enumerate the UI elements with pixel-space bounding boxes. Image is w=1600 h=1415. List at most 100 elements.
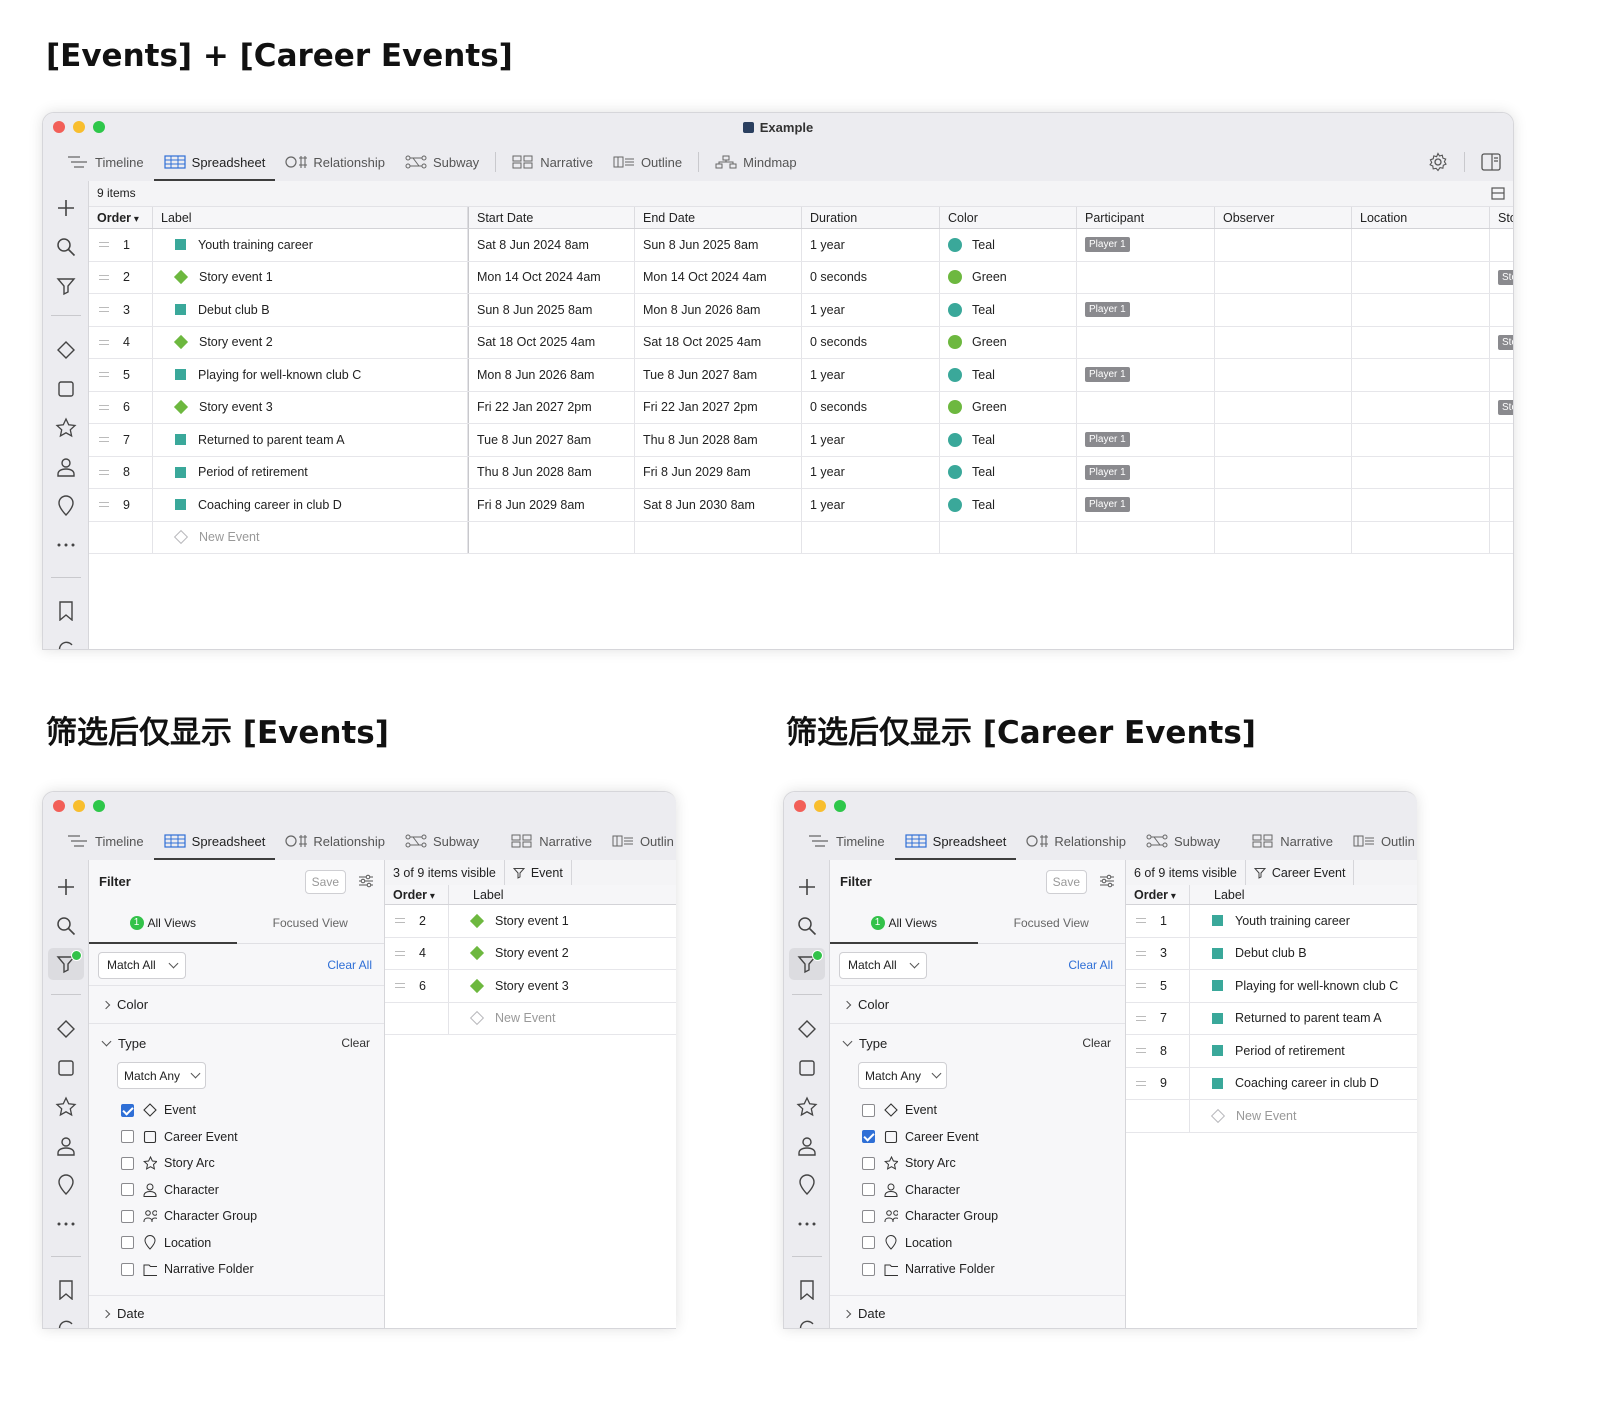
tab-spreadsheet[interactable]: Spreadsheet xyxy=(153,143,276,181)
filter-options-icon[interactable] xyxy=(1099,874,1115,888)
checkbox[interactable] xyxy=(862,1236,875,1249)
clear-all-link[interactable]: Clear All xyxy=(1068,958,1113,972)
minimize-button[interactable] xyxy=(814,800,826,812)
cell-observer[interactable] xyxy=(1215,489,1352,521)
zoom-button[interactable] xyxy=(834,800,846,812)
table-row[interactable]: 9 Coaching career in club D Fri 8 Jun 2029… xyxy=(89,489,1513,522)
cell-duration[interactable]: 1 year xyxy=(802,359,940,391)
tab-subway[interactable]: Subway xyxy=(395,143,489,181)
more-icon[interactable] xyxy=(793,1210,821,1238)
cell-start[interactable]: Fri 22 Jan 2027 2pm xyxy=(468,391,635,423)
cell-observer[interactable] xyxy=(1215,424,1352,456)
cell-label[interactable]: Returned to parent team A xyxy=(1190,1003,1417,1035)
column-header-start[interactable]: Start Date xyxy=(468,207,635,228)
cell-observer[interactable] xyxy=(1215,359,1352,391)
cell-duration[interactable]: 1 year xyxy=(802,424,940,456)
type-option-character[interactable]: Character xyxy=(121,1180,219,1200)
column-header-label[interactable]: Label xyxy=(153,207,468,228)
table-row[interactable]: 5 Playing for well-known club C Mon 8 Jun … xyxy=(89,359,1513,392)
location-icon[interactable] xyxy=(52,1171,80,1199)
checkbox[interactable] xyxy=(862,1130,875,1143)
type-option-location[interactable]: Location xyxy=(121,1233,211,1253)
cell-label[interactable]: New Event xyxy=(153,521,468,553)
cell-label[interactable]: Coaching career in club D xyxy=(1190,1068,1417,1100)
cell-observer[interactable] xyxy=(1215,326,1352,358)
type-section-header[interactable]: Type Clear xyxy=(830,1024,1125,1062)
bookmark-icon[interactable] xyxy=(52,597,80,625)
cell-participant[interactable]: Player 1 xyxy=(1077,294,1215,326)
star-icon[interactable] xyxy=(793,1093,821,1121)
type-clear-button[interactable]: Clear xyxy=(341,1036,370,1050)
column-header-participant[interactable]: Participant xyxy=(1077,207,1215,228)
cell-color[interactable]: Green xyxy=(940,391,1077,423)
cell-story-arc[interactable] xyxy=(1490,457,1513,489)
checkbox[interactable] xyxy=(121,1236,134,1249)
drag-handle-icon[interactable] xyxy=(1136,1015,1146,1021)
column-header-location[interactable]: Location xyxy=(1352,207,1490,228)
checkbox[interactable] xyxy=(121,1103,134,1117)
save-filter-button[interactable]: Save xyxy=(304,870,346,894)
drag-handle-icon[interactable] xyxy=(99,307,109,313)
cell-observer[interactable] xyxy=(1215,391,1352,423)
new-event-row[interactable]: New Event xyxy=(385,1002,676,1035)
tab-narrative[interactable]: Narrative xyxy=(1242,822,1343,860)
column-header-order[interactable]: Order ▾ xyxy=(89,207,153,228)
table-row[interactable]: 1 Youth training career Sat 8 Jun 2024 8am… xyxy=(89,229,1513,262)
checkbox[interactable] xyxy=(862,1183,875,1196)
tab-focused-view[interactable]: Focused View xyxy=(237,902,385,943)
cell-duration[interactable]: 1 year xyxy=(802,294,940,326)
cell-label[interactable]: Playing for well-known club C xyxy=(1190,970,1417,1002)
cell-label[interactable]: Story event 2 xyxy=(449,938,676,970)
cell-label[interactable]: Playing for well-known club C xyxy=(153,359,468,391)
cell-label[interactable]: Story event 3 xyxy=(449,970,676,1002)
cell-participant[interactable]: Player 1 xyxy=(1077,424,1215,456)
cell-duration[interactable]: 0 seconds xyxy=(802,391,940,423)
add-icon[interactable] xyxy=(52,194,80,222)
cell-label[interactable]: New Event xyxy=(449,1003,676,1035)
color-section-header[interactable]: Color xyxy=(89,986,384,1024)
cell-participant[interactable] xyxy=(1077,261,1215,293)
date-section-header[interactable]: Date xyxy=(830,1295,1125,1328)
tab-outline[interactable]: Outline xyxy=(603,143,692,181)
drag-handle-icon[interactable] xyxy=(395,983,405,989)
date-section-header[interactable]: Date xyxy=(89,1295,384,1328)
refresh-icon[interactable] xyxy=(793,1314,821,1328)
cell-participant[interactable]: Player 1 xyxy=(1077,229,1215,261)
column-header-duration[interactable]: Duration xyxy=(802,207,940,228)
cell-story-arc[interactable] xyxy=(1490,359,1513,391)
cell-end[interactable]: Mon 14 Oct 2024 4am xyxy=(635,261,802,293)
cell-color[interactable]: Teal xyxy=(940,229,1077,261)
checkbox[interactable] xyxy=(121,1130,134,1143)
table-row[interactable]: 7 Returned to parent team A Tue 8 Jun 2027… xyxy=(89,424,1513,457)
column-header-color[interactable]: Color xyxy=(940,207,1077,228)
cell-end[interactable]: Sat 8 Jun 2030 8am xyxy=(635,489,802,521)
tab-all-views[interactable]: 1 All Views xyxy=(89,902,237,944)
table-row[interactable]: 2 Story event 1 Mon 14 Oct 2024 4am Mon 14 … xyxy=(89,261,1513,294)
cell-duration[interactable]: 0 seconds xyxy=(802,326,940,358)
more-icon[interactable] xyxy=(52,531,80,559)
event-type-icon[interactable] xyxy=(52,336,80,364)
character-icon[interactable] xyxy=(52,1132,80,1160)
checkbox[interactable] xyxy=(862,1156,875,1170)
tab-outline[interactable]: Outlin xyxy=(602,822,676,860)
tab-mindmap[interactable]: Mindmap xyxy=(705,143,806,181)
filter-icon[interactable] xyxy=(48,948,84,980)
cell-observer[interactable] xyxy=(1215,456,1352,488)
cell-color[interactable]: Teal xyxy=(940,489,1077,521)
cell-location[interactable] xyxy=(1352,424,1490,456)
cell-label[interactable]: Debut club B xyxy=(153,294,468,326)
table-row[interactable]: 2 Story event 1 xyxy=(385,905,676,938)
cell-label[interactable]: Coaching career in club D xyxy=(153,489,468,521)
table-row[interactable]: 3 Debut club B xyxy=(1126,937,1417,970)
checkbox[interactable] xyxy=(862,1103,875,1117)
bookmark-icon[interactable] xyxy=(52,1276,80,1304)
tab-narrative[interactable]: Narrative xyxy=(502,143,603,181)
more-icon[interactable] xyxy=(52,1210,80,1238)
add-icon[interactable] xyxy=(52,873,80,901)
type-option-location[interactable]: Location xyxy=(862,1233,952,1253)
type-option-character-group[interactable]: Character Group xyxy=(121,1206,257,1226)
cell-start[interactable]: Sun 8 Jun 2025 8am xyxy=(468,294,635,326)
table-row[interactable]: 7 Returned to parent team A xyxy=(1126,1002,1417,1035)
filter-icon[interactable] xyxy=(789,948,825,980)
type-option-narrative-folder[interactable]: Narrative Folder xyxy=(862,1259,995,1279)
